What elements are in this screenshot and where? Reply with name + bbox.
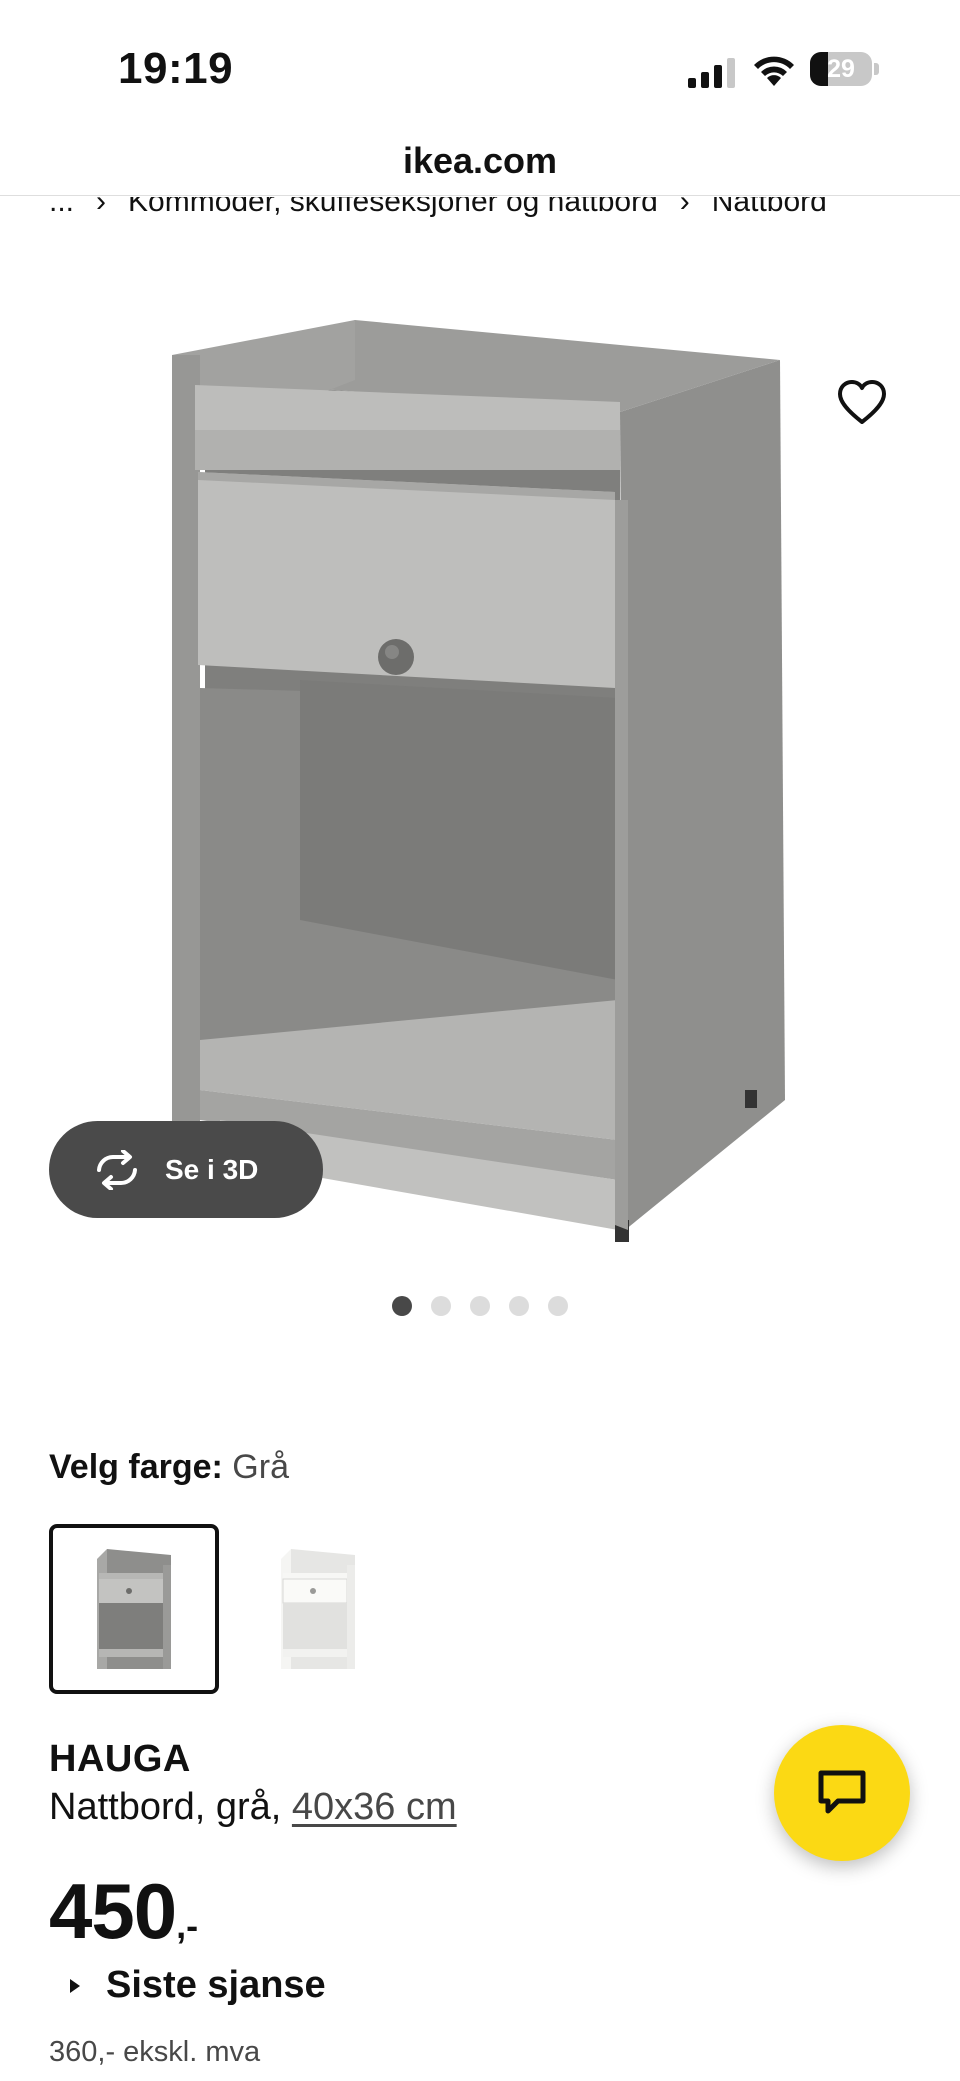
url-text: ikea.com [402,140,558,181]
wifi-icon [754,56,794,86]
view-in-3d-button[interactable]: Se i 3D [49,1121,323,1218]
breadcrumb-item-nightstands[interactable]: Nattbord [712,197,827,219]
heart-icon[interactable] [836,378,888,430]
nightstand-thumbnail-grey [97,1549,171,1669]
color-swatch-grey[interactable] [49,1524,219,1694]
price-main: 450 [49,1867,177,1955]
color-selected-value: Grå [232,1448,289,1486]
product-description: Nattbord, grå, 40x36 cm [49,1786,457,1829]
view-in-3d-label: Se i 3D [165,1153,259,1185]
image-pagination [392,1296,587,1316]
battery-indicator: 29 [810,52,880,88]
battery-percent: 29 [827,55,855,83]
price-excl-vat: 360,- ekskl. mva [49,2036,261,2068]
breadcrumb-ellipsis[interactable]: ... [49,197,74,219]
browser-address-bar[interactable]: ikea.com [0,130,960,196]
breadcrumb: ... › Kommoder, skuffeseksjoner og nattb… [0,197,960,245]
product-size-link[interactable]: 40x36 cm [292,1786,457,1828]
nightstand-thumbnail-white [281,1549,355,1669]
chat-bubble-icon [818,1770,866,1814]
breadcrumb-item-dressers[interactable]: Kommoder, skuffeseksjoner og nattbord [128,197,658,219]
status-time: 19:19 [118,44,234,93]
color-swatch-white[interactable] [233,1524,403,1694]
pagination-dot[interactable] [470,1296,490,1316]
product-price: 450,- [49,1866,198,1957]
caret-right-icon [70,1978,80,1993]
breadcrumb-separator: › [96,197,107,218]
cellular-signal-icon [688,58,735,88]
rotate-3d-icon [97,1149,137,1190]
product-image[interactable] [160,320,800,1260]
price-suffix: ,- [176,1905,199,1946]
pagination-dot[interactable] [548,1296,568,1316]
color-label-text: Velg farge: [49,1448,223,1486]
product-description-text: Nattbord, grå, [49,1786,292,1828]
status-bar: 19:19 29 [0,0,960,130]
last-chance-label: Siste sjanse [106,1964,326,2006]
chat-button[interactable] [774,1725,910,1861]
color-label: Velg farge: Grå [49,1448,289,1487]
breadcrumb-separator: › [679,197,690,218]
last-chance-toggle[interactable]: Siste sjanse [70,1964,326,2007]
pagination-dot[interactable] [509,1296,529,1316]
product-name: HAUGA [49,1738,191,1780]
pagination-dot[interactable] [431,1296,451,1316]
color-swatches [49,1524,417,1694]
pagination-dot[interactable] [392,1296,412,1316]
